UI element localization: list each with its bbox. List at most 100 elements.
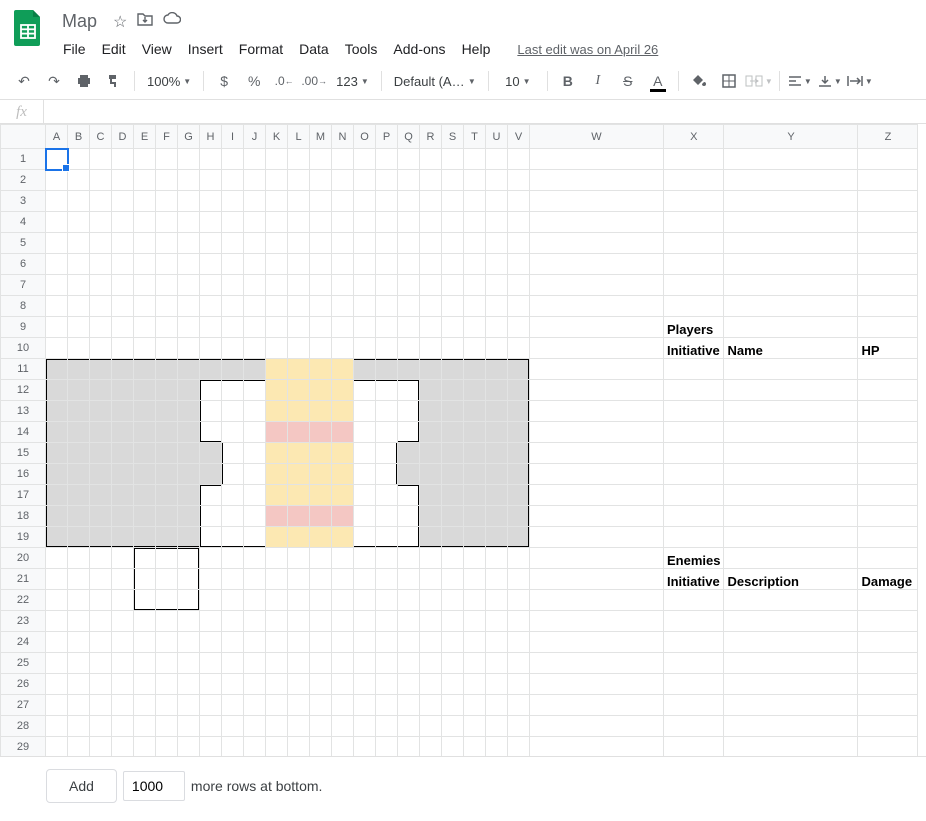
- cell-B11[interactable]: [68, 359, 90, 380]
- cell-V28[interactable]: [508, 716, 530, 737]
- cell-O23[interactable]: [354, 611, 376, 632]
- cell-W26[interactable]: [530, 674, 664, 695]
- cell-G12[interactable]: [178, 380, 200, 401]
- cell-T23[interactable]: [464, 611, 486, 632]
- cell-A14[interactable]: [46, 422, 68, 443]
- cell-K24[interactable]: [266, 632, 288, 653]
- cell-C4[interactable]: [90, 212, 112, 233]
- cell-U13[interactable]: [486, 401, 508, 422]
- cell-R19[interactable]: [420, 527, 442, 548]
- cell-O14[interactable]: [354, 422, 376, 443]
- row-header-2[interactable]: 2: [1, 170, 46, 191]
- cell-A15[interactable]: [46, 443, 68, 464]
- row-header-12[interactable]: 12: [1, 380, 46, 401]
- cell-N17[interactable]: [332, 485, 354, 506]
- cell-T2[interactable]: [464, 170, 486, 191]
- cell-R3[interactable]: [420, 191, 442, 212]
- cell-R2[interactable]: [420, 170, 442, 191]
- cell-Z16[interactable]: [858, 464, 918, 485]
- cell-P10[interactable]: [376, 338, 398, 359]
- add-rows-button[interactable]: Add: [46, 769, 117, 803]
- cloud-icon[interactable]: [163, 12, 181, 32]
- row-header-9[interactable]: 9: [1, 317, 46, 338]
- cell-J28[interactable]: [244, 716, 266, 737]
- cell-R29[interactable]: [420, 737, 442, 757]
- cell-F28[interactable]: [156, 716, 178, 737]
- cell-Y12[interactable]: [724, 380, 858, 401]
- cell-Q18[interactable]: [398, 506, 420, 527]
- cell-Z19[interactable]: [858, 527, 918, 548]
- cell-Z15[interactable]: [858, 443, 918, 464]
- cell-Y10[interactable]: Name: [724, 338, 858, 359]
- cell-W8[interactable]: [530, 296, 664, 317]
- cell-X4[interactable]: [664, 212, 724, 233]
- cell-I19[interactable]: [222, 527, 244, 548]
- cell-T10[interactable]: [464, 338, 486, 359]
- cell-E16[interactable]: [134, 464, 156, 485]
- cell-E7[interactable]: [134, 275, 156, 296]
- cell-K16[interactable]: [266, 464, 288, 485]
- cell-S29[interactable]: [442, 737, 464, 757]
- cell-X21[interactable]: Initiative: [664, 569, 724, 590]
- cell-U15[interactable]: [486, 443, 508, 464]
- cell-O13[interactable]: [354, 401, 376, 422]
- cell-T21[interactable]: [464, 569, 486, 590]
- cell-V12[interactable]: [508, 380, 530, 401]
- cell-L4[interactable]: [288, 212, 310, 233]
- cell-N26[interactable]: [332, 674, 354, 695]
- cell-U29[interactable]: [486, 737, 508, 757]
- cell-U28[interactable]: [486, 716, 508, 737]
- doc-title[interactable]: Map: [56, 10, 103, 33]
- cell-T25[interactable]: [464, 653, 486, 674]
- cell-Z28[interactable]: [858, 716, 918, 737]
- cell-D27[interactable]: [112, 695, 134, 716]
- cell-A10[interactable]: [46, 338, 68, 359]
- cell-I25[interactable]: [222, 653, 244, 674]
- row-header-22[interactable]: 22: [1, 590, 46, 611]
- cell-D4[interactable]: [112, 212, 134, 233]
- cell-L1[interactable]: [288, 149, 310, 170]
- cell-H16[interactable]: [200, 464, 222, 485]
- cell-O3[interactable]: [354, 191, 376, 212]
- cell-P5[interactable]: [376, 233, 398, 254]
- cell-F20[interactable]: [156, 548, 178, 569]
- cell-M10[interactable]: [310, 338, 332, 359]
- cell-U5[interactable]: [486, 233, 508, 254]
- cell-P15[interactable]: [376, 443, 398, 464]
- cell-O15[interactable]: [354, 443, 376, 464]
- cell-Y2[interactable]: [724, 170, 858, 191]
- cell-U10[interactable]: [486, 338, 508, 359]
- cell-D6[interactable]: [112, 254, 134, 275]
- cell-C25[interactable]: [90, 653, 112, 674]
- cell-Z2[interactable]: [858, 170, 918, 191]
- cell-M4[interactable]: [310, 212, 332, 233]
- cell-F17[interactable]: [156, 485, 178, 506]
- cell-X2[interactable]: [664, 170, 724, 191]
- cell-J5[interactable]: [244, 233, 266, 254]
- cell-T6[interactable]: [464, 254, 486, 275]
- cell-H22[interactable]: [200, 590, 222, 611]
- cell-Y25[interactable]: [724, 653, 858, 674]
- cell-V5[interactable]: [508, 233, 530, 254]
- cell-S27[interactable]: [442, 695, 464, 716]
- cell-M17[interactable]: [310, 485, 332, 506]
- menu-help[interactable]: Help: [455, 37, 498, 61]
- col-header-R[interactable]: R: [420, 125, 442, 149]
- cell-Q16[interactable]: [398, 464, 420, 485]
- cell-E22[interactable]: [134, 590, 156, 611]
- row-header-15[interactable]: 15: [1, 443, 46, 464]
- cell-N15[interactable]: [332, 443, 354, 464]
- cell-A24[interactable]: [46, 632, 68, 653]
- cell-L29[interactable]: [288, 737, 310, 757]
- cell-Q23[interactable]: [398, 611, 420, 632]
- cell-R5[interactable]: [420, 233, 442, 254]
- cell-A21[interactable]: [46, 569, 68, 590]
- col-header-F[interactable]: F: [156, 125, 178, 149]
- cell-C17[interactable]: [90, 485, 112, 506]
- cell-J27[interactable]: [244, 695, 266, 716]
- cell-E26[interactable]: [134, 674, 156, 695]
- cell-C1[interactable]: [90, 149, 112, 170]
- cell-P28[interactable]: [376, 716, 398, 737]
- cell-L17[interactable]: [288, 485, 310, 506]
- cell-P26[interactable]: [376, 674, 398, 695]
